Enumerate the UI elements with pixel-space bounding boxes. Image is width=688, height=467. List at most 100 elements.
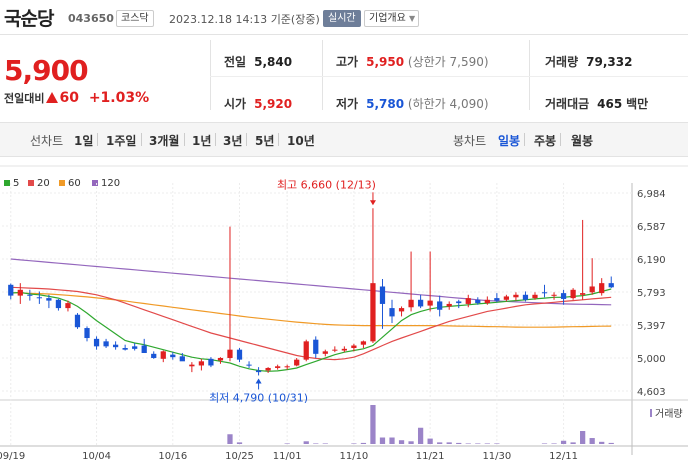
- candle-body: [246, 364, 252, 366]
- volume-bar: [379, 437, 386, 444]
- candle-body: [93, 338, 100, 347]
- price-chart[interactable]: 6,984 6,587 6,190 5,793 5,397 5,000 4,603 09/19…: [0, 0, 688, 467]
- candle-body: [141, 345, 147, 353]
- candle-body: [513, 294, 519, 298]
- x-tick-label: 10/04: [82, 451, 111, 462]
- high-arrow-head: [369, 200, 376, 206]
- candle: [103, 338, 109, 349]
- candle: [332, 346, 338, 353]
- candle-body: [475, 299, 481, 304]
- candle: [93, 336, 100, 350]
- candle-body: [484, 299, 490, 304]
- candle-body: [84, 328, 90, 339]
- volume-bar: [360, 442, 367, 444]
- volume-bar: [284, 443, 290, 444]
- candle: [379, 278, 386, 329]
- candle-body: [170, 354, 176, 358]
- low-annotation: 최저 4,790 (10/31): [209, 391, 308, 404]
- candle: [217, 357, 224, 364]
- candle-body: [437, 301, 443, 310]
- candle-body: [398, 308, 405, 312]
- candle-body: [580, 293, 586, 295]
- candle-body: [303, 341, 309, 360]
- candle-body: [151, 353, 157, 358]
- candle-body: [132, 346, 138, 349]
- candle-body: [17, 289, 23, 296]
- candle: [398, 306, 405, 317]
- candle-body: [236, 349, 243, 360]
- ma60-line: [10, 292, 612, 328]
- volume-bar: [227, 434, 233, 444]
- volume-bar: [475, 443, 481, 444]
- candle-body: [341, 348, 347, 351]
- candle-body: [589, 286, 595, 293]
- volume-bar: [580, 431, 586, 444]
- candle: [17, 283, 23, 304]
- candle-body: [255, 370, 262, 373]
- candle: [360, 340, 367, 349]
- candle: [313, 336, 319, 358]
- candle-body: [275, 366, 281, 368]
- candle-body: [313, 339, 319, 354]
- candle: [608, 276, 614, 289]
- y-tick-label: 6,587: [637, 222, 666, 233]
- volume-bar: [313, 443, 319, 444]
- candle-body: [179, 356, 185, 362]
- volume-bar: [599, 441, 605, 444]
- volume-bar: [560, 440, 567, 444]
- candle-body: [46, 298, 52, 301]
- candle: [132, 343, 138, 351]
- x-tick-label: 11/21: [416, 451, 445, 462]
- candle-body: [446, 303, 452, 307]
- candle-body: [208, 358, 214, 366]
- y-tick-label: 6,984: [637, 189, 666, 200]
- candle-body: [427, 300, 433, 306]
- candle: [322, 349, 328, 357]
- low-arrow-head: [255, 378, 262, 384]
- candle-body: [503, 296, 510, 300]
- candle-body: [122, 348, 128, 350]
- volume-bar: [494, 443, 500, 444]
- candle: [551, 292, 557, 300]
- candle: [122, 344, 128, 351]
- candle: [503, 294, 510, 302]
- candle: [408, 251, 414, 312]
- candle-body: [55, 299, 62, 309]
- candle: [570, 288, 576, 300]
- candle-body: [370, 283, 376, 342]
- volume-bar: [303, 441, 309, 444]
- candle: [417, 294, 424, 309]
- candle: [275, 364, 281, 370]
- candle: [580, 219, 586, 300]
- volume-bar: [484, 443, 490, 444]
- candle: [227, 226, 233, 362]
- x-tick-label: 12/11: [549, 451, 578, 462]
- candle: [74, 313, 81, 329]
- volume-bar: [417, 427, 424, 444]
- candle-body: [103, 341, 109, 347]
- x-tick-label: 11/01: [273, 451, 302, 462]
- candle-body: [322, 351, 328, 354]
- volume-bar: [351, 443, 357, 444]
- candle-body: [379, 286, 386, 304]
- candle: [246, 361, 252, 368]
- candle: [513, 292, 519, 301]
- candle: [198, 358, 205, 371]
- candle: [589, 258, 595, 295]
- volume-bar: [236, 442, 243, 444]
- candle-body: [560, 293, 567, 299]
- volume-bar: [456, 442, 462, 444]
- volume-bar: [570, 442, 576, 444]
- y-tick-label: 5,397: [637, 321, 666, 332]
- candle: [112, 341, 119, 350]
- candle: [141, 338, 147, 353]
- candle: [236, 348, 243, 363]
- candle-body: [74, 314, 81, 328]
- candle: [160, 350, 166, 363]
- candle-body: [112, 344, 119, 348]
- high-annotation: 최고 6,660 (12/13): [277, 178, 376, 191]
- candle: [55, 298, 62, 311]
- candle-body: [570, 289, 576, 299]
- volume-bar: [437, 442, 443, 444]
- volume-bar: [370, 405, 376, 444]
